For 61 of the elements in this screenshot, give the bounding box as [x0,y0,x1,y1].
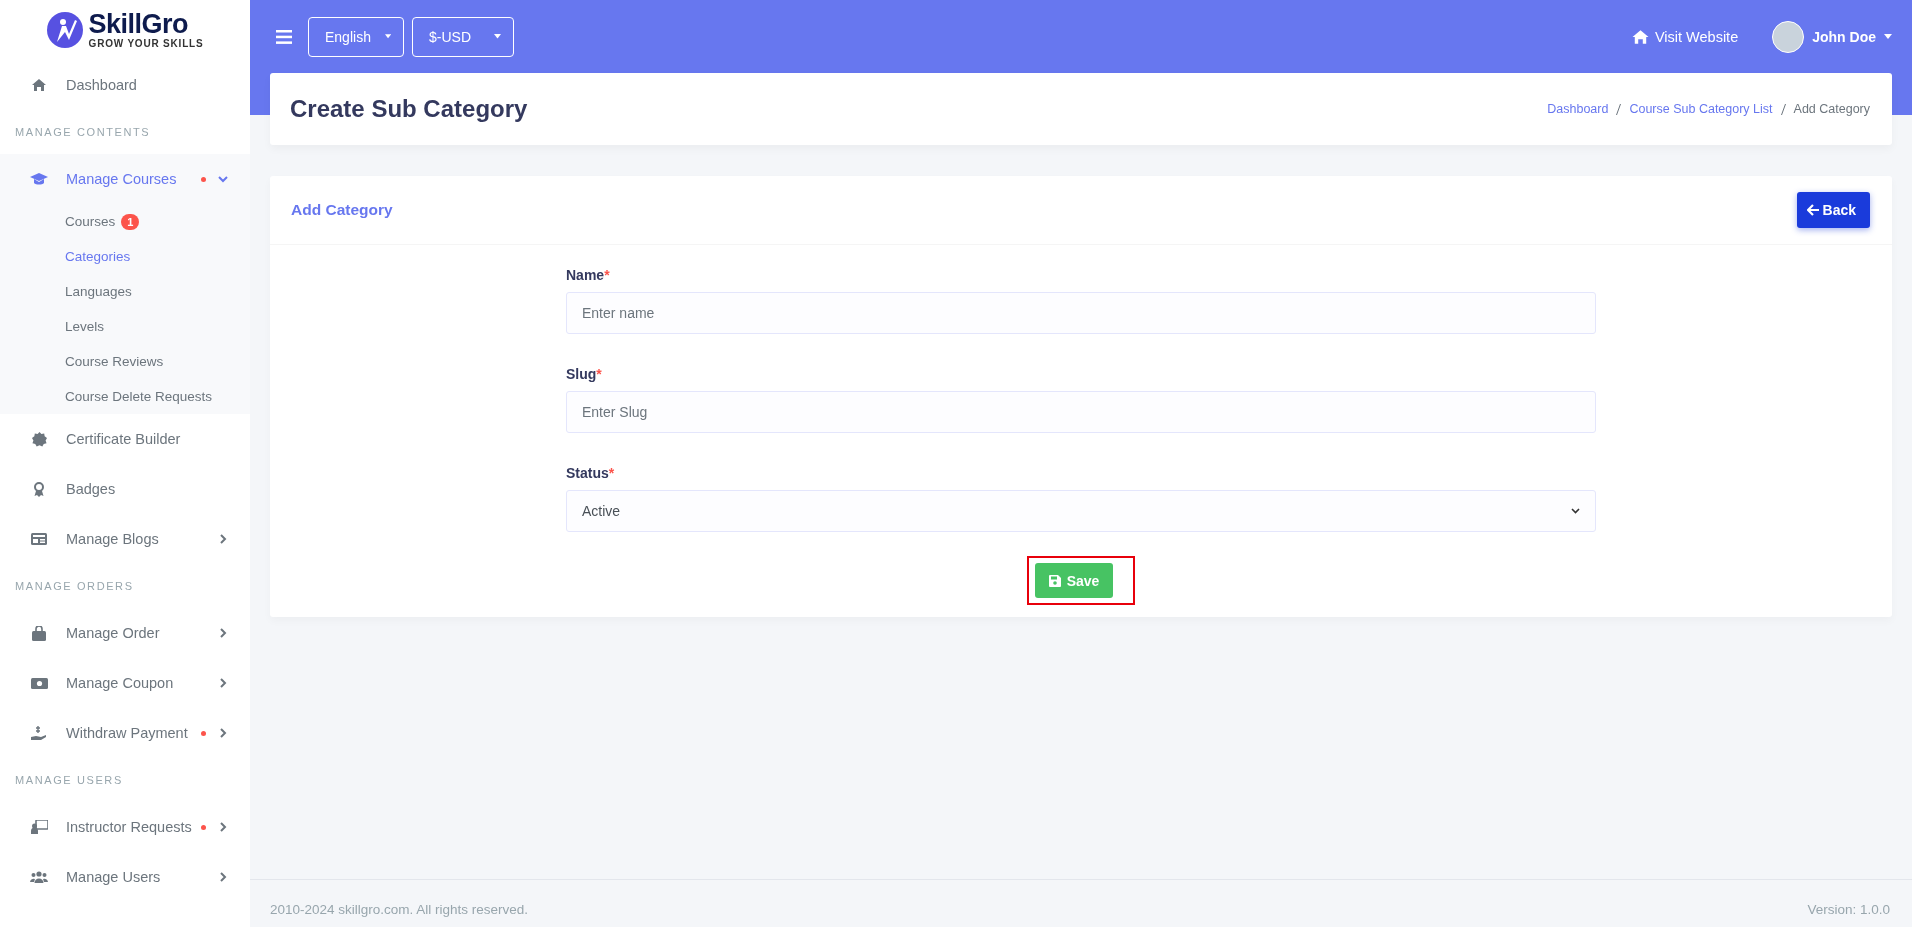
brand-tagline: GROW YOUR SKILLS [88,39,204,49]
home-icon [31,78,47,92]
status-select[interactable]: Active [566,490,1596,532]
count-badge: 1 [121,213,140,230]
sidebar-item[interactable]: Instructor Requests [0,802,250,852]
chalkboard-user-icon [30,820,48,834]
sidebar-subitem[interactable]: Course Reviews [0,344,250,379]
currency-dropdown[interactable]: $-USD [412,16,514,57]
graduation-cap-icon [30,173,48,185]
brand-name: SkillGro [88,11,190,38]
newspaper-icon [31,533,47,545]
sidebar-subitem[interactable]: Courses 1 [0,204,250,239]
page-title: Create Sub Category [290,95,528,123]
users-icon [30,871,48,883]
caret-down-icon [1884,34,1892,39]
sidebar-section-label: MANAGE CONTENTS [14,125,152,140]
sidebar-section-label: MANAGE USERS [14,773,124,788]
sidebar-subitem[interactable]: Languages [0,274,250,309]
avatar [1772,20,1805,53]
version-text: Version: 1.0.0 [1807,902,1890,917]
sidebar-item[interactable]: Manage Courses [0,154,250,204]
sidebar-item[interactable]: Dashboard [0,60,250,110]
breadcrumb-current: Add Category [1793,102,1870,116]
shopping-bag-icon [32,625,46,641]
sidebar-section-label: MANAGE ORDERS [14,579,135,594]
sidebar-item[interactable]: Manage Coupon [0,658,250,708]
sidebar-item[interactable]: Badges [0,464,250,514]
menu-icon[interactable] [276,29,292,44]
sidebar-subitem[interactable]: Course Delete Requests [0,379,250,414]
sidebar-item[interactable]: Manage Order [0,608,250,658]
user-menu[interactable]: John Doe [1772,20,1892,53]
visit-website-link[interactable]: Visit Website [1630,28,1739,45]
slash-separator-icon [1616,103,1622,115]
field-label: Slug* [566,366,603,382]
sidebar-subitem[interactable]: Levels [0,309,250,344]
sidebar-item[interactable]: Manage Blogs [0,514,250,564]
back-button[interactable]: Back [1796,192,1870,228]
copyright-text: 2010-2024 skillgro.com. All rights reserved. [270,902,529,917]
breadcrumb-link[interactable]: Dashboard [1547,102,1609,116]
field-label: Name* [566,267,611,283]
text-input-field[interactable]: Enter name [566,292,1596,334]
arrow-left-icon [1806,204,1820,216]
logo-icon [46,12,83,48]
sidebar-item[interactable]: Manage Users [0,852,250,902]
certificate-icon [31,431,47,447]
caret-down-icon [494,34,501,39]
caret-down-icon [384,34,391,39]
award-icon [33,481,45,497]
field-label: Status* [566,465,616,481]
sidebar-item[interactable]: Withdraw Payment [0,708,250,758]
home-icon [1630,28,1650,45]
banknote-icon [30,677,48,689]
breadcrumb-link[interactable]: Course Sub Category List [1629,102,1773,116]
sidebar-subitem[interactable]: Categories [0,239,250,274]
text-input-field[interactable]: Enter Slug [566,391,1596,433]
sidebar-item[interactable]: Certificate Builder [0,414,250,464]
hand-coin-icon [31,725,47,741]
chevron-down-icon [1571,508,1580,514]
card-title: Add Category [291,201,393,219]
language-dropdown[interactable]: English [308,16,404,57]
slash-separator-icon [1780,103,1786,115]
